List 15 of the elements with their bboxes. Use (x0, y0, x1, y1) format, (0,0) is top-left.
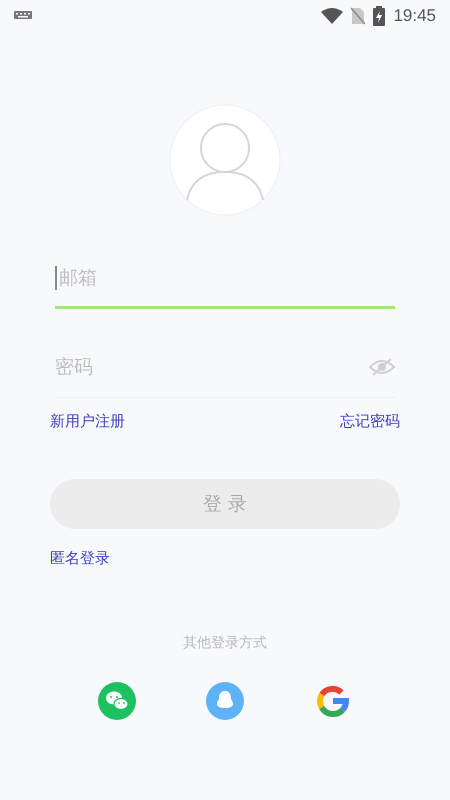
anonymous-login-link[interactable]: 匿名登录 (50, 549, 110, 568)
keyboard-icon (14, 11, 32, 21)
chat-bubbles-icon[interactable] (98, 682, 136, 720)
register-link[interactable]: 新用户注册 (50, 412, 125, 431)
forgot-password-link[interactable]: 忘记密码 (340, 412, 400, 431)
penguin-icon[interactable] (206, 682, 244, 720)
battery-charging-icon (373, 6, 386, 26)
other-login-label: 其他登录方式 (183, 634, 267, 652)
status-time: 19:45 (393, 6, 436, 26)
email-field[interactable]: 邮箱 (59, 267, 395, 289)
avatar-icon (169, 104, 281, 216)
no-sim-icon (351, 7, 366, 25)
password-field[interactable]: 密码 (55, 356, 367, 378)
eye-off-icon[interactable] (369, 358, 395, 376)
wifi-icon (321, 8, 344, 24)
